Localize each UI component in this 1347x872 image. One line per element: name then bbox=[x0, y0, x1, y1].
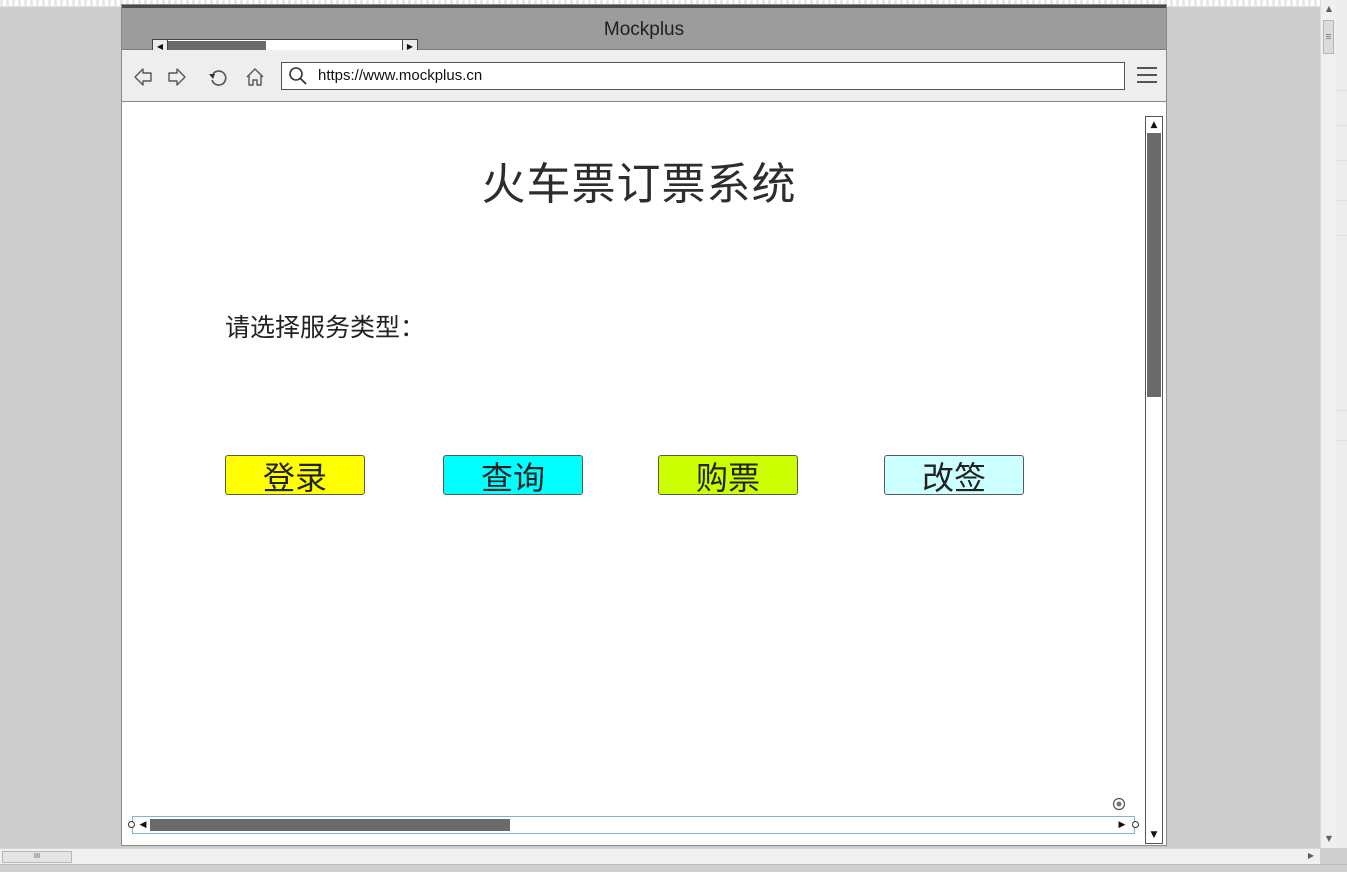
forward-icon[interactable] bbox=[165, 65, 189, 89]
right-panel-strip bbox=[1336, 0, 1347, 848]
page-horizontal-scrollbar[interactable]: ◀ ▶ bbox=[128, 816, 1139, 834]
editor-hscroll-thumb[interactable]: III bbox=[2, 851, 72, 863]
resize-handle-right[interactable] bbox=[1132, 821, 1139, 828]
page-content: 火车票订票系统 请选择服务类型： 登录 查询 购票 改签 bbox=[122, 102, 1146, 840]
resize-handle-left[interactable] bbox=[128, 821, 135, 828]
back-icon[interactable] bbox=[131, 65, 155, 89]
scroll-up-arrow-icon[interactable]: ▲ bbox=[1146, 117, 1162, 133]
editor-canvas: Mockplus ◀ ▶ https://www.mockplus.cn 火车票… bbox=[0, 0, 1320, 848]
page-vscroll-thumb[interactable] bbox=[1147, 133, 1161, 397]
scroll-down-arrow-icon[interactable]: ▼ bbox=[1321, 832, 1337, 846]
query-button[interactable]: 查询 bbox=[443, 455, 583, 497]
scroll-right-arrow-icon[interactable]: ▶ bbox=[1114, 817, 1130, 833]
search-icon bbox=[289, 67, 307, 85]
hamburger-menu-icon[interactable] bbox=[1137, 67, 1159, 85]
scroll-down-arrow-icon[interactable]: ▼ bbox=[1146, 827, 1162, 843]
address-bar[interactable]: https://www.mockplus.cn bbox=[281, 62, 1125, 90]
refresh-icon[interactable] bbox=[206, 65, 230, 89]
editor-horizontal-scrollbar[interactable]: III ▶ bbox=[0, 848, 1320, 865]
window-title: Mockplus bbox=[603, 19, 685, 40]
editor-bottom-bar bbox=[0, 864, 1347, 872]
buy-ticket-button[interactable]: 购票 bbox=[658, 455, 798, 497]
browser-navbar: https://www.mockplus.cn bbox=[122, 50, 1166, 102]
login-button[interactable]: 登录 bbox=[225, 455, 365, 497]
editor-vscroll-thumb[interactable] bbox=[1323, 20, 1334, 54]
browser-mockup: Mockplus ◀ ▶ https://www.mockplus.cn 火车票… bbox=[121, 4, 1167, 846]
scroll-up-arrow-icon[interactable]: ▲ bbox=[1321, 2, 1337, 16]
page-title: 火车票订票系统 bbox=[481, 159, 797, 210]
url-text[interactable]: https://www.mockplus.cn bbox=[318, 67, 482, 84]
page-hscroll-thumb[interactable] bbox=[150, 819, 510, 831]
page-vertical-scrollbar[interactable]: ▲ ▼ bbox=[1145, 116, 1163, 844]
service-type-label: 请选择服务类型： bbox=[225, 313, 426, 342]
home-icon[interactable] bbox=[243, 65, 267, 89]
change-ticket-button[interactable]: 改签 bbox=[884, 455, 1024, 497]
anchor-icon[interactable] bbox=[1112, 797, 1126, 811]
editor-vertical-scrollbar[interactable]: ▲ ▼ bbox=[1320, 0, 1337, 848]
scroll-left-arrow-icon[interactable]: ◀ bbox=[135, 817, 151, 833]
scroll-right-arrow-icon[interactable]: ▶ bbox=[1308, 851, 1314, 860]
